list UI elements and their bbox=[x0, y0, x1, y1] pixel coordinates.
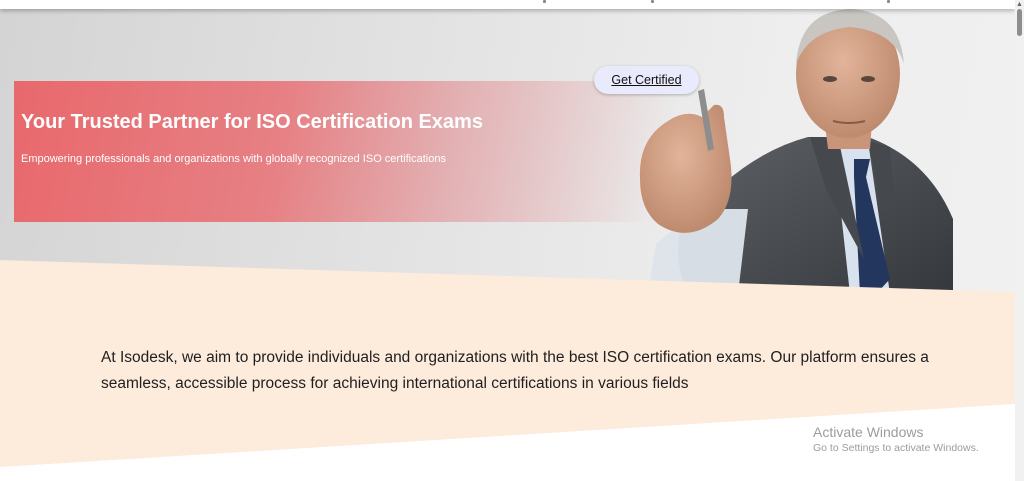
nav-item-fragment[interactable] bbox=[543, 0, 546, 3]
windows-activation-watermark: Activate Windows Go to Settings to activ… bbox=[813, 424, 979, 454]
scrollbar[interactable]: ▲ bbox=[1015, 0, 1024, 481]
watermark-title: Activate Windows bbox=[813, 424, 924, 440]
scrollbar-thumb[interactable] bbox=[1017, 9, 1022, 36]
hero-subtitle: Empowering professionals and organizatio… bbox=[21, 153, 446, 165]
hero-title: Your Trusted Partner for ISO Certificati… bbox=[21, 111, 483, 133]
get-certified-button[interactable]: Get Certified bbox=[594, 66, 699, 94]
scroll-up-arrow-icon[interactable]: ▲ bbox=[1015, 0, 1024, 9]
about-text: At Isodesk, we aim to provide individual… bbox=[101, 349, 929, 392]
navbar bbox=[0, 0, 1015, 9]
nav-item-fragment[interactable] bbox=[887, 0, 890, 3]
nav-item-fragment[interactable] bbox=[651, 0, 654, 3]
watermark-subtitle: Go to Settings to activate Windows. bbox=[813, 442, 979, 454]
hero-banner: Your Trusted Partner for ISO Certificati… bbox=[14, 81, 714, 222]
hero-person-image bbox=[639, 9, 953, 294]
